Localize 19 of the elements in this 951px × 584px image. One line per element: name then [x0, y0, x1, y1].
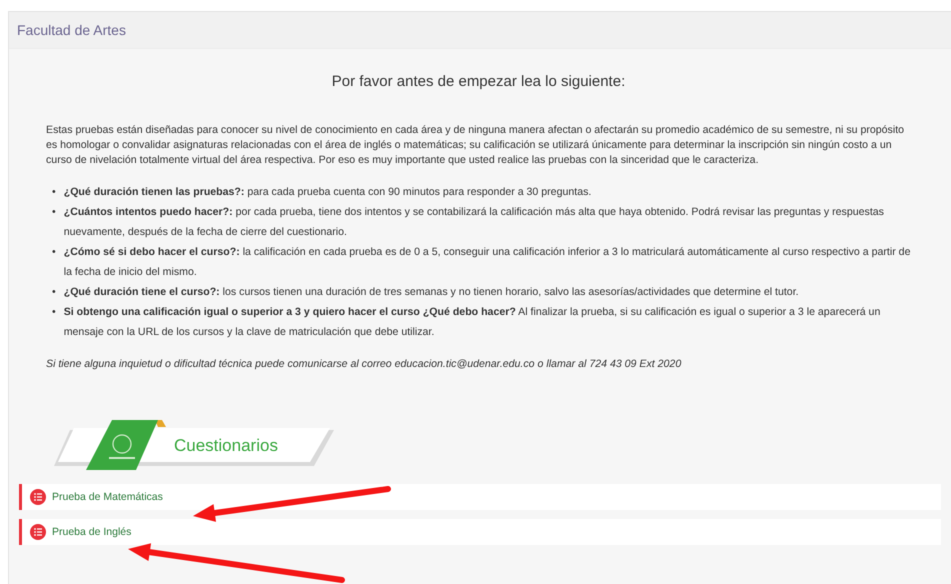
contact-note: Si tiene alguna inquietud o dificultad técnica puede comunicarse al correo educacion.tic@udenar.edu.co o llamar al 724 43 09 Ext 2020 [46, 358, 682, 370]
list-icon [30, 489, 46, 505]
quiz-link[interactable]: Prueba de Inglés [52, 526, 132, 538]
faq-item: ¿Qué duración tienen las pruebas?: para cada prueba cuenta con 90 minutos para responder a 30 preguntas. [64, 185, 592, 200]
list-icon [30, 524, 46, 540]
panel-title: Facultad de Artes [17, 22, 126, 38]
bullet-marker: • [52, 205, 56, 220]
banner-title: Cuestionarios [174, 436, 278, 456]
instructions-heading: Por favor antes de empezar lea lo siguiente: [330, 73, 626, 90]
faq-item: ¿Qué duración tiene el curso?: los cursos tienen una duración de tres semanas y no tienen horario, salvo las asesorías/actividades que determine el tutor. [64, 285, 800, 300]
faq-item: Si obtengo una calificación igual o superior a 3 y quiero hacer el curso ¿Qué debo hacer? Al finalizar la prueba, si su calificación es igual o superior a 3 le aparecerá un mensaje con la URL de los cursos y la clave de matriculación que debe utilizar. [64, 305, 882, 340]
faq-item: ¿Cuántos intentos puedo hacer?: por cada prueba, tiene dos intentos y se contabilizará la calificación más alta que haya obtenido. Podrá revisar las preguntas y respuestas nuevamente, después de la fecha de cierre del cuestionario. [64, 205, 885, 240]
bullet-marker: • [52, 185, 56, 200]
bullet-marker: • [52, 305, 56, 320]
bullet-marker: • [52, 285, 56, 300]
faq-item: ¿Cómo sé si debo hacer el curso?: la calificación en cada prueba es de 0 a 5, conseguir una calificación inferior a 3 lo matriculará automáticamente al curso respectivo a partir de la fecha de inicio del mismo. [64, 245, 912, 280]
bullet-marker: • [52, 245, 56, 260]
quiz-link[interactable]: Prueba de Matemáticas [52, 491, 163, 503]
intro-paragraph: Estas pruebas están diseñadas para conocer su nivel de conocimiento en cada área y de ninguna manera afectan o afectarán su promedio académico de su semestre, ni su propósito es homologar o convalidar asignaturas relacionadas con el área de inglés o matemáticas; su calificación se utilizará únicamente para determinar la inscripción sin ningún costo a un curso de nivelación totalmente virtual del área respectiva. Por eso es muy importante que usted realice las pruebas con la sinceridad que le caracteriza. [46, 123, 906, 168]
